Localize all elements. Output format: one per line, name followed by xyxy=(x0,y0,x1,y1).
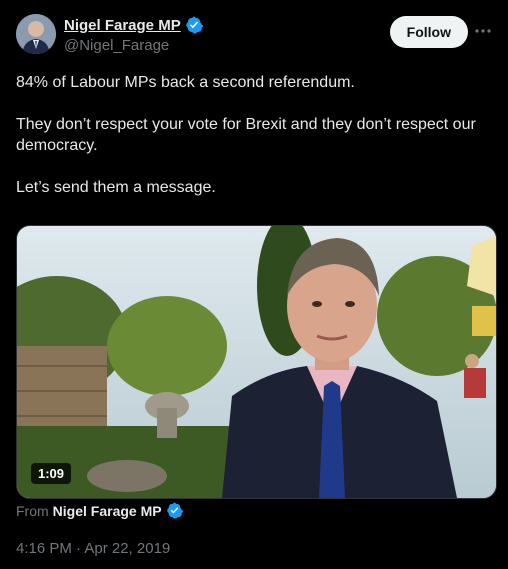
tweet-paragraph: Let’s send them a message. xyxy=(16,179,216,196)
video-duration: 1:09 xyxy=(31,463,72,484)
follow-button[interactable]: Follow xyxy=(389,16,468,48)
video-thumbnail xyxy=(17,226,496,498)
video-player[interactable]: 1:09 xyxy=(16,225,497,499)
tweet-timestamp[interactable]: 4:16 PM · Apr 22, 2019 xyxy=(16,540,170,557)
author-names: Nigel Farage MP @Nigel_Farage xyxy=(64,16,204,54)
author-display-name[interactable]: Nigel Farage MP xyxy=(64,17,181,34)
author-handle[interactable]: @Nigel_Farage xyxy=(64,37,203,54)
tweet-paragraph: They don’t respect your vote for Brexit … xyxy=(16,116,476,154)
tweet-paragraph: 84% of Labour MPs back a second referend… xyxy=(16,74,355,91)
verified-badge-icon xyxy=(185,16,204,34)
tweet-header: Nigel Farage MP @Nigel_Farage Follow xyxy=(16,14,492,58)
verified-badge-icon xyxy=(166,502,184,520)
tweet-text: 84% of Labour MPs back a second referend… xyxy=(16,72,492,219)
avatar[interactable] xyxy=(16,14,56,54)
media-source-line: From Nigel Farage MP xyxy=(16,502,184,520)
more-icon[interactable] xyxy=(474,22,492,40)
media-source-name[interactable]: Nigel Farage MP xyxy=(53,503,162,519)
from-label: From xyxy=(16,503,49,519)
